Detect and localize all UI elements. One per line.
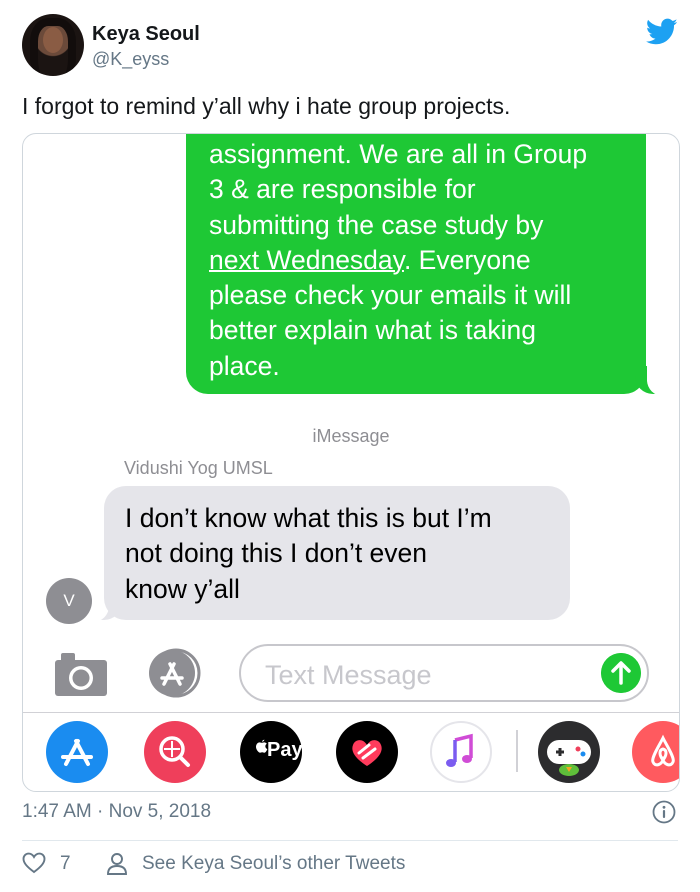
send-arrow-icon[interactable] [601, 653, 641, 693]
airbnb-icon[interactable] [631, 720, 680, 784]
sent-message-line: next Wednesday. Everyone [209, 244, 531, 275]
digital-touch-icon[interactable] [335, 720, 399, 784]
appstore-icon[interactable] [146, 648, 208, 698]
app-drawer-divider [23, 712, 679, 713]
sent-message-line: please check your emails it will [209, 280, 572, 311]
sent-message-line: assignment. We are all in Group [209, 139, 588, 169]
received-message-line: I don’t know what this is but I’m [125, 503, 492, 533]
tweet-text: I forgot to remind y’all why i hate grou… [22, 93, 511, 119]
game-controller-icon[interactable] [537, 720, 601, 784]
web-search-icon[interactable] [143, 720, 207, 784]
twitter-bird-icon[interactable] [646, 18, 678, 46]
app-drawer-separator [516, 730, 518, 772]
other-tweets-link[interactable]: See Keya Seoul’s other Tweets [142, 853, 405, 875]
sent-message-text: assignment. We are all in Group 3 & are … [209, 137, 639, 384]
received-message-line: know y’all [125, 573, 240, 604]
user-handle[interactable]: @K_eyss [92, 49, 169, 70]
message-screenshot: assignment. We are all in Group 3 & are … [22, 133, 680, 792]
heart-icon[interactable] [22, 852, 46, 874]
message-input[interactable]: Text Message [239, 644, 649, 702]
sender-name: Vidushi Yog UMSL [124, 458, 273, 478]
info-icon[interactable] [652, 800, 676, 824]
sent-message-line: place. [209, 350, 280, 381]
message-input-placeholder: Text Message [265, 660, 432, 690]
person-icon [107, 853, 127, 875]
sender-avatar[interactable]: V [46, 578, 92, 624]
apple-pay-icon[interactable]: Pay [239, 720, 303, 784]
footer-divider [22, 840, 678, 841]
service-label: iMessage [312, 426, 390, 446]
date-link[interactable]: next Wednesday [209, 245, 404, 275]
sent-message-line: submitting the case study by [209, 209, 544, 240]
appstore-app-icon[interactable] [45, 720, 109, 784]
sent-message-line: 3 & are responsible for [209, 174, 476, 205]
received-message-text: I don’t know what this is but I’m not do… [125, 501, 492, 607]
display-name[interactable]: Keya Seoul [92, 23, 200, 46]
sent-message-line: better explain what is taking [209, 315, 537, 346]
like-count: 7 [60, 853, 71, 874]
imessage-app-drawer: Pay [23, 720, 679, 784]
avatar[interactable] [22, 14, 84, 76]
received-message-line: not doing this I don’t even [125, 538, 428, 569]
music-icon[interactable] [429, 720, 493, 784]
apple-pay-label: Pay [267, 739, 303, 761]
tweet-timestamp[interactable]: 1:47 AM · Nov 5, 2018 [22, 801, 211, 823]
tweet-header: Keya Seoul @K_eyss [22, 14, 682, 78]
camera-icon[interactable] [53, 648, 109, 698]
